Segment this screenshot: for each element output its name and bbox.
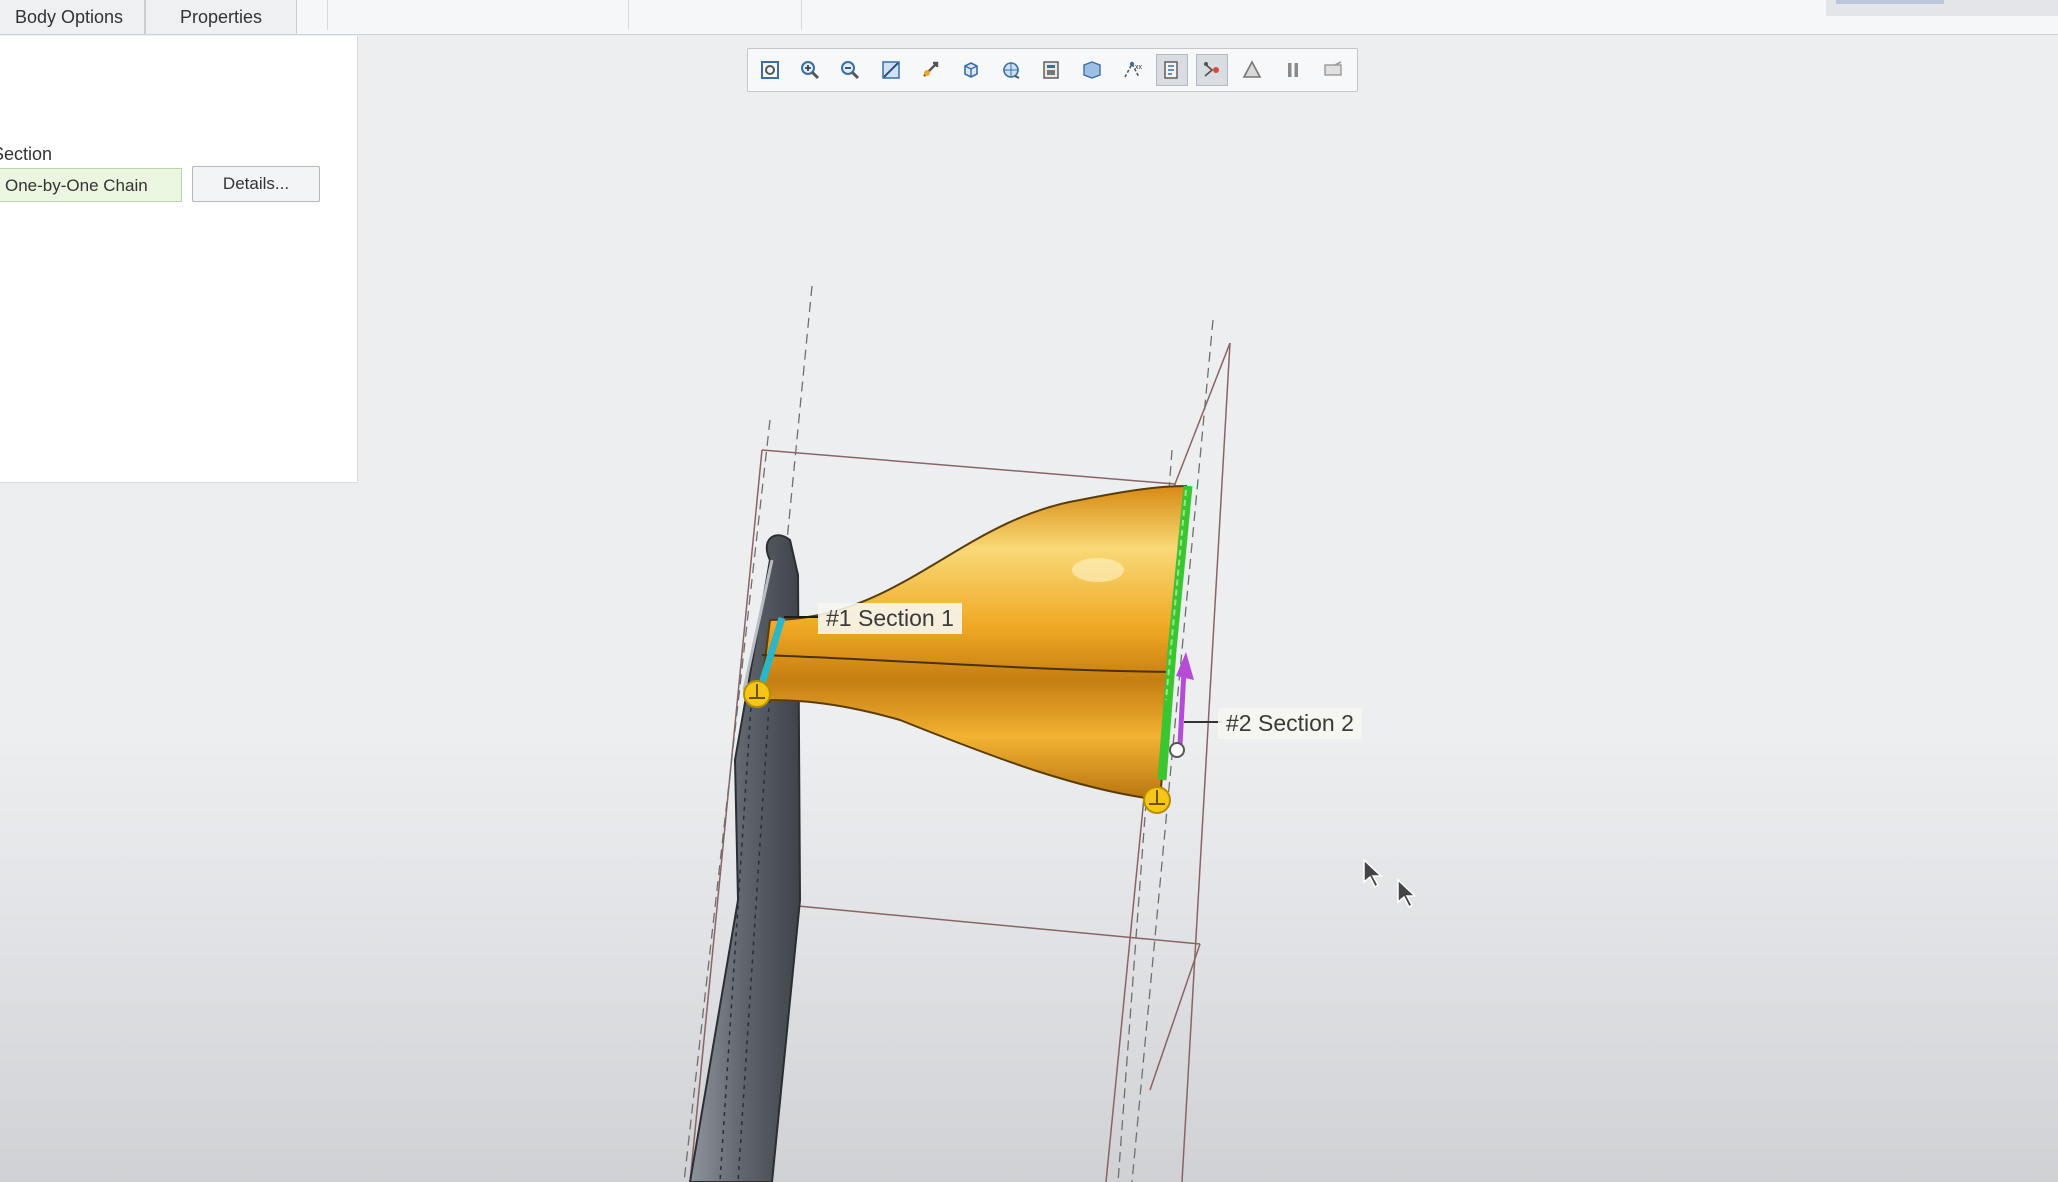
- datum-display-button[interactable]: xx: [1116, 54, 1148, 86]
- svg-text:xx: xx: [1135, 64, 1143, 71]
- annotation-display-icon: [1164, 61, 1178, 79]
- view-manager-icon: [1043, 61, 1060, 79]
- repaint-icon: [881, 61, 900, 79]
- preview-geometry-icon: [1324, 61, 1342, 76]
- section1-callout[interactable]: #1 Section 1: [818, 603, 962, 634]
- refit-button[interactable]: [754, 54, 786, 86]
- start-point-2[interactable]: [1143, 786, 1171, 814]
- pan-icon: [922, 61, 938, 77]
- zoom-out-button[interactable]: [834, 54, 866, 86]
- pan-button[interactable]: [915, 54, 947, 86]
- appearance-icon: [1243, 60, 1262, 78]
- graphics-toolbar: xx: [747, 48, 1358, 92]
- zoom-in-button[interactable]: [794, 54, 826, 86]
- perspective-view-icon: [1082, 61, 1101, 79]
- display-style-icon: [964, 62, 978, 78]
- repaint-button[interactable]: [875, 54, 907, 86]
- blend-solid: [758, 484, 1188, 802]
- perspective-view-button[interactable]: [1076, 54, 1108, 86]
- display-style-button[interactable]: [955, 54, 987, 86]
- appearance-button[interactable]: [1236, 54, 1268, 86]
- zoom-out-icon: [841, 61, 860, 80]
- section2-callout[interactable]: #2 Section 2: [1218, 708, 1362, 739]
- pause-icon: [1287, 63, 1298, 77]
- saved-orientations-icon: [1003, 62, 1020, 79]
- saved-orientations-button[interactable]: [995, 54, 1027, 86]
- zoom-in-icon: [801, 61, 820, 80]
- spin-center-button[interactable]: [1196, 54, 1229, 86]
- spin-center-icon: [1204, 62, 1220, 77]
- refit-icon: [761, 61, 779, 79]
- annotation-display-button[interactable]: [1156, 54, 1188, 86]
- preview-geometry-button[interactable]: [1317, 54, 1349, 86]
- pause-button[interactable]: [1277, 54, 1309, 86]
- datum-display-icon: xx: [1124, 61, 1143, 78]
- start-point-1[interactable]: [743, 680, 771, 708]
- mouse-cursor-icon: [1363, 858, 1417, 908]
- direction-arrow[interactable]: [1169, 652, 1222, 758]
- view-manager-button[interactable]: [1035, 54, 1067, 86]
- graphics-viewport[interactable]: [0, 0, 2058, 1182]
